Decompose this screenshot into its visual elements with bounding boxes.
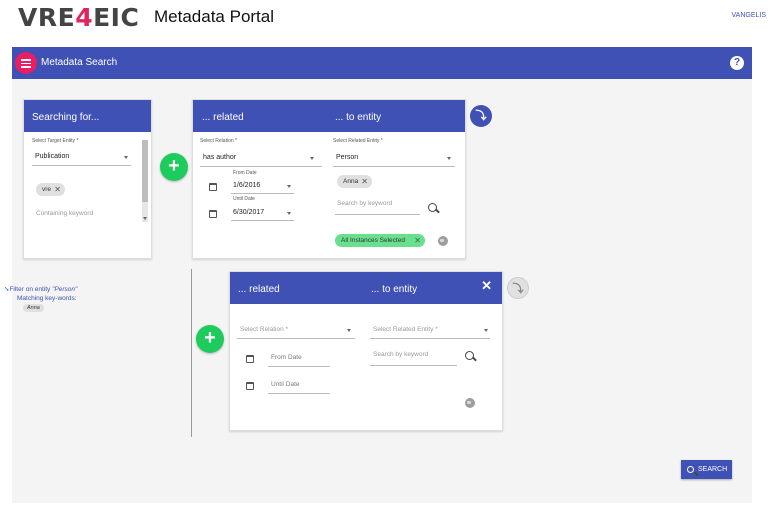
chevron-down-icon[interactable] xyxy=(447,157,451,160)
scrollbar-thumb[interactable] xyxy=(142,140,148,202)
search-button[interactable]: SEARCH xyxy=(681,460,732,479)
app-bar: Metadata Search ? xyxy=(12,47,752,79)
keyword-input[interactable]: Search by keyword xyxy=(373,351,428,358)
target-keyword-input[interactable]: Containing keyword xyxy=(36,210,93,217)
close-icon[interactable]: ✕ xyxy=(361,175,368,188)
from-date-underline xyxy=(231,193,294,194)
collapse-down-icon[interactable]: ⤵ xyxy=(470,105,492,127)
until-date-input[interactable]: 6/30/2017 xyxy=(233,209,264,216)
globe-icon[interactable] xyxy=(438,236,448,246)
search-icon[interactable] xyxy=(465,351,474,360)
from-date-input[interactable]: From Date xyxy=(271,354,302,361)
keyword-tag: Anna xyxy=(23,304,44,312)
relation-underline xyxy=(200,166,322,167)
target-entity-card: Searching for... Select Target Entity * … xyxy=(23,99,152,259)
chevron-down-icon[interactable] xyxy=(484,329,488,332)
close-icon[interactable]: ✕ xyxy=(414,234,421,247)
connector-line xyxy=(191,269,192,437)
from-date-input[interactable]: 1/6/2016 xyxy=(233,182,260,189)
chevron-down-icon[interactable] xyxy=(347,329,351,332)
app-title: Metadata Search xyxy=(41,57,118,68)
vre4eic-logo[interactable]: VRE4EIC xyxy=(18,3,139,32)
related-entity-label: Select Related Entity * xyxy=(333,138,383,144)
keyword-chip-anna[interactable]: Anna ✕ xyxy=(337,175,372,188)
until-date-input[interactable]: Until Date xyxy=(271,381,300,388)
calendar-icon[interactable] xyxy=(246,382,254,390)
close-icon[interactable]: ✕ xyxy=(54,183,61,196)
menu-icon[interactable] xyxy=(15,52,37,74)
from-date-underline xyxy=(268,366,330,367)
keyword-underline xyxy=(370,365,457,366)
until-date-underline xyxy=(268,393,330,394)
target-card-header: Searching for... xyxy=(24,100,151,132)
related-card-header: ... related ... to entity ✕ xyxy=(230,272,502,304)
chevron-down-icon[interactable] xyxy=(287,212,291,215)
relation-select[interactable]: has author xyxy=(203,154,236,161)
related-entity-select[interactable]: Select Related Entity * xyxy=(373,326,438,333)
related-entity-underline xyxy=(333,166,455,167)
relation-label: Select Relation * xyxy=(200,138,237,144)
close-icon[interactable]: ✕ xyxy=(481,278,492,294)
help-icon[interactable]: ? xyxy=(730,56,744,70)
target-entity-underline xyxy=(32,165,131,166)
calendar-icon[interactable] xyxy=(209,183,217,191)
add-relation-button[interactable]: + xyxy=(196,325,224,353)
related-entity-underline xyxy=(370,338,490,339)
relation-underline xyxy=(237,338,355,339)
chevron-down-icon[interactable] xyxy=(124,156,128,159)
related-card-header: ... related ... to entity xyxy=(193,100,465,132)
collapse-down-icon[interactable]: ⤵ xyxy=(507,277,529,299)
calendar-icon[interactable] xyxy=(209,210,217,218)
scroll-down-icon[interactable] xyxy=(142,217,147,220)
add-relation-button[interactable]: + xyxy=(160,153,188,181)
search-app: Metadata Search ? Searching for... Selec… xyxy=(12,47,752,503)
globe-icon[interactable] xyxy=(465,398,475,408)
chevron-down-icon[interactable] xyxy=(287,185,291,188)
calendar-icon[interactable] xyxy=(246,355,254,363)
until-date-underline xyxy=(231,220,294,221)
search-icon[interactable] xyxy=(428,203,437,212)
related-entity-card-2: ... related ... to entity ✕ Select Relat… xyxy=(229,271,503,431)
related-entity-card-1: ... related ... to entity Select Relatio… xyxy=(192,99,466,259)
target-entity-select[interactable]: Publication xyxy=(35,153,69,160)
search-icon xyxy=(687,466,694,473)
keyword-chip-vre[interactable]: vre ✕ xyxy=(36,183,65,196)
all-instances-chip[interactable]: All Instances Selected ✕ xyxy=(335,234,425,247)
filter-summary: ➘Filter on entity "Person" Matching key-… xyxy=(4,285,77,312)
from-date-label: From Date xyxy=(233,170,257,176)
portal-title: Metadata Portal xyxy=(154,7,275,26)
filter-line: ➘Filter on entity "Person" xyxy=(4,286,78,293)
related-entity-select[interactable]: Person xyxy=(336,154,358,161)
related-keyword-input[interactable]: Search by keyword xyxy=(337,200,392,207)
chevron-down-icon[interactable] xyxy=(310,157,314,160)
relation-select[interactable]: Select Relation * xyxy=(240,326,288,333)
until-date-label: Until Date xyxy=(233,196,255,202)
target-entity-label: Select Target Entity * xyxy=(32,138,79,144)
matching-keywords-label: Matching key-words: xyxy=(17,295,77,302)
user-menu[interactable]: VANGELIS xyxy=(732,12,767,19)
related-keyword-underline xyxy=(335,214,420,215)
